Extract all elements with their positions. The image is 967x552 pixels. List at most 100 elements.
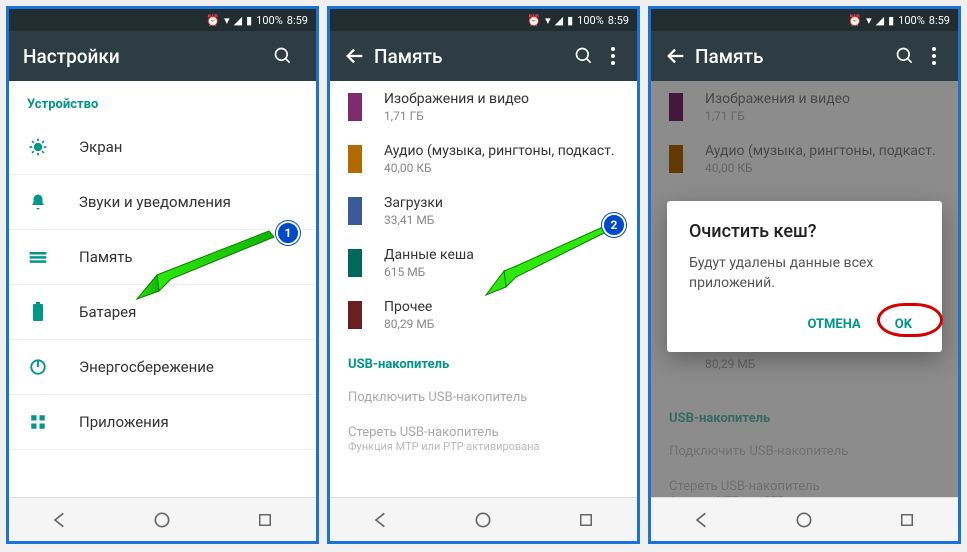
ok-button[interactable]: OK: [887, 311, 920, 338]
search-icon[interactable]: [565, 37, 603, 75]
nav-home[interactable]: [453, 505, 513, 535]
cancel-button[interactable]: ОТМЕНА: [799, 311, 868, 338]
battery-icon: [27, 301, 49, 323]
clock: 8:59: [608, 14, 629, 27]
display-icon: [27, 136, 49, 158]
wifi-icon: ▾: [224, 14, 230, 27]
battery-icon: ▮: [567, 14, 573, 27]
settings-label: Батарея: [79, 303, 136, 321]
page-title: Настройки: [23, 45, 264, 68]
usb-label: Стереть USB-накопитель: [348, 425, 619, 440]
storage-size: 40,00 КБ: [384, 161, 619, 175]
storage-item-images[interactable]: Изображения и видео 1,71 ГБ: [330, 81, 637, 133]
search-icon[interactable]: [264, 37, 302, 75]
settings-item-battery[interactable]: Батарея: [9, 285, 316, 340]
apps-icon: [27, 411, 49, 433]
storage-item-audio[interactable]: Аудио (музыка, рингтоны, подкаст. 40,00 …: [330, 133, 637, 185]
screen-settings: ⏰ ▾ ◢ ▮ 100% 8:59 Настройки Устройство Э…: [6, 6, 319, 544]
statusbar: ⏰ ▾ ◢ ▮ 100% 8:59: [651, 9, 958, 31]
usb-sub: Функция МТР или РТР активирована: [348, 440, 619, 453]
color-swatch: [348, 145, 362, 173]
storage-size: 80,29 МБ: [384, 317, 619, 331]
nav-back[interactable]: [30, 505, 90, 535]
nav-back[interactable]: [672, 505, 732, 535]
usb-connect[interactable]: Подключить USB-накопитель: [330, 380, 637, 415]
storage-item-downloads[interactable]: Загрузки 33,41 МБ: [330, 185, 637, 237]
storage-size: 1,71 ГБ: [384, 109, 619, 123]
battery-text: 100%: [577, 14, 604, 27]
settings-item-display[interactable]: Экран: [9, 120, 316, 175]
storage-icon: [27, 246, 49, 268]
nav-back[interactable]: [351, 505, 411, 535]
battery-text: 100%: [898, 14, 925, 27]
bell-icon: [27, 191, 49, 213]
annotation-badge-2: 2: [602, 213, 626, 237]
settings-item-storage[interactable]: Память: [9, 230, 316, 285]
nav-recent[interactable]: [235, 505, 295, 535]
storage-list: Изображения и видео 1,71 ГБ Аудио (музык…: [330, 81, 637, 497]
section-usb: USB-накопитель: [330, 341, 637, 380]
storage-item-misc[interactable]: Прочее 80,29 МБ: [330, 289, 637, 341]
page-title: Память: [695, 45, 886, 68]
wifi-icon: ▾: [866, 14, 872, 27]
nav-home[interactable]: [132, 505, 192, 535]
nav-recent[interactable]: [877, 505, 937, 535]
settings-item-sound[interactable]: Звуки и уведомления: [9, 175, 316, 230]
screen-dialog: ⏰ ▾ ◢ ▮ 100% 8:59 Память Изображения и в…: [648, 6, 961, 544]
settings-item-apps[interactable]: Приложения: [9, 395, 316, 450]
appbar: Память: [651, 31, 958, 81]
storage-label: Данные кеша: [384, 247, 619, 263]
overflow-icon[interactable]: [924, 37, 944, 75]
alarm-icon: ⏰: [527, 14, 541, 27]
search-icon[interactable]: [886, 37, 924, 75]
settings-label: Энергосбережение: [79, 358, 214, 376]
battery-icon: ▮: [888, 14, 894, 27]
statusbar: ⏰ ▾ ◢ ▮ 100% 8:59: [330, 9, 637, 31]
navbar: [9, 497, 316, 541]
storage-label: Прочее: [384, 299, 619, 315]
storage-size: 33,41 МБ: [384, 213, 619, 227]
clear-cache-dialog: Очистить кеш? Будут удалены данные всех …: [667, 201, 942, 352]
alarm-icon: ⏰: [848, 14, 862, 27]
signal-icon: ◢: [234, 14, 242, 27]
storage-size: 615 МБ: [384, 265, 619, 279]
back-icon[interactable]: [657, 37, 695, 75]
appbar: Память: [330, 31, 637, 81]
power-icon: [27, 356, 49, 378]
appbar: Настройки: [9, 31, 316, 81]
storage-list-dimmed: Изображения и видео 1,71 ГБ Аудио (музык…: [651, 81, 958, 497]
nav-home[interactable]: [774, 505, 834, 535]
navbar: [330, 497, 637, 541]
battery-icon: ▮: [246, 14, 252, 27]
settings-list: Устройство Экран Звуки и уведомления Пам…: [9, 81, 316, 497]
settings-label: Приложения: [79, 413, 169, 431]
signal-icon: ◢: [876, 14, 884, 27]
dialog-message: Будут удалены данные всех приложений.: [689, 254, 920, 293]
usb-erase[interactable]: Стереть USB-накопитель Функция МТР или Р…: [330, 415, 637, 463]
nav-recent[interactable]: [556, 505, 616, 535]
color-swatch: [348, 197, 362, 225]
usb-label: Подключить USB-накопитель: [348, 390, 619, 405]
signal-icon: ◢: [555, 14, 563, 27]
alarm-icon: ⏰: [206, 14, 220, 27]
wifi-icon: ▾: [545, 14, 551, 27]
storage-label: Аудио (музыка, рингтоны, подкаст.: [384, 143, 619, 159]
page-title: Память: [374, 45, 565, 68]
storage-label: Загрузки: [384, 195, 619, 211]
dialog-title: Очистить кеш?: [689, 221, 920, 242]
color-swatch: [348, 249, 362, 277]
settings-item-powersave[interactable]: Энергосбережение: [9, 340, 316, 395]
clock: 8:59: [929, 14, 950, 27]
storage-item-cache[interactable]: Данные кеша 615 МБ: [330, 237, 637, 289]
navbar: [651, 497, 958, 541]
color-swatch: [348, 301, 362, 329]
statusbar: ⏰ ▾ ◢ ▮ 100% 8:59: [9, 9, 316, 31]
settings-label: Память: [79, 248, 133, 266]
storage-label: Изображения и видео: [384, 91, 619, 107]
overflow-icon[interactable]: [603, 37, 623, 75]
settings-label: Экран: [79, 138, 122, 156]
settings-label: Звуки и уведомления: [79, 193, 231, 211]
clock: 8:59: [287, 14, 308, 27]
screen-storage: ⏰ ▾ ◢ ▮ 100% 8:59 Память Изображения и в…: [327, 6, 640, 544]
back-icon[interactable]: [336, 37, 374, 75]
